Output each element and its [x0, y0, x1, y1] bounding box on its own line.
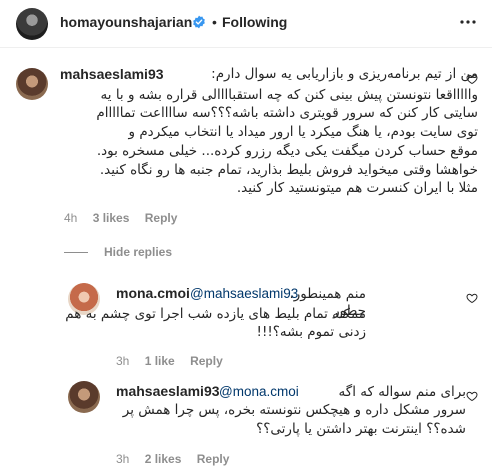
header-separator: • — [212, 14, 217, 30]
verified-badge-icon — [193, 15, 205, 29]
author-username[interactable]: homayounshajarian — [60, 14, 192, 30]
reply-avatar[interactable] — [68, 381, 100, 413]
comment-line-4: توی سایت بودم، یا هنگ میکرد یا ارور میدا… — [128, 124, 478, 140]
author-avatar[interactable] — [16, 8, 48, 40]
reply-text-2: ممکنه تمام بلیط های یازده شب اجرا توی چش… — [65, 306, 366, 322]
reply-meta: 3h 2 likes Reply — [116, 452, 241, 466]
reply-time[interactable]: 3h — [116, 452, 129, 466]
comment-line-6: خواهشا وقتی میخواید فروش بلیط بذارید، تم… — [99, 162, 478, 178]
comment-line-5: موقع حساب کردن میگفت یکی دیگه رزرو کرده.… — [96, 143, 478, 159]
comment-line-7: مثلا با ایران کنسرت هم میتونستید کار کنی… — [236, 180, 478, 196]
reply-time[interactable]: 3h — [116, 354, 129, 368]
reply-text-2: سرور مشکل داره و هیچکس نتونسته بخره، پس … — [122, 402, 466, 418]
reply-reply-button[interactable]: Reply — [190, 354, 223, 368]
comment-avatar[interactable] — [16, 68, 48, 100]
reply-username[interactable]: mona.cmoi — [116, 285, 190, 301]
reply-username[interactable]: mahsaeslami93 — [116, 383, 220, 399]
reply-text-3: زدنی تموم بشه؟!!! — [256, 324, 366, 340]
comment-line-2: واااااقعا نتونستن پیش بینی کنن که چه است… — [100, 87, 478, 103]
reply-likes[interactable]: 1 like — [145, 354, 175, 368]
comment-line-1: من از تیم برنامه‌ریزی و بازاریابی یه سوا… — [211, 66, 478, 82]
following-button[interactable]: Following — [222, 14, 287, 30]
comment-time[interactable]: 4h — [64, 211, 77, 225]
like-heart-icon[interactable] — [466, 390, 478, 402]
post-header: homayounshajarian • Following — [0, 0, 492, 48]
comment-line-3: سایتی کار کنن که سرور قویتری داشته باشه؟… — [96, 105, 478, 121]
comment-likes[interactable]: 3 likes — [93, 211, 130, 225]
comment-reply-button[interactable]: Reply — [145, 211, 178, 225]
like-heart-icon[interactable] — [466, 73, 478, 85]
hide-replies-label[interactable]: Hide replies — [104, 245, 172, 259]
more-options-icon[interactable] — [456, 10, 480, 34]
comment-meta: 4h 3 likes Reply — [64, 211, 189, 225]
like-heart-icon[interactable] — [466, 292, 478, 304]
reply-likes[interactable]: 2 likes — [145, 452, 182, 466]
reply-mention[interactable]: @mona.cmoi — [219, 384, 299, 401]
reply-text-3: شده؟؟ اینترنت بهتر داشتن یا پارتی؟؟ — [256, 421, 466, 437]
reply-reply-button[interactable]: Reply — [197, 452, 230, 466]
hide-replies-divider — [64, 252, 88, 253]
reply-meta: 3h 1 like Reply — [116, 354, 235, 368]
reply-text-1: برای منم سواله که اگه — [338, 384, 466, 400]
